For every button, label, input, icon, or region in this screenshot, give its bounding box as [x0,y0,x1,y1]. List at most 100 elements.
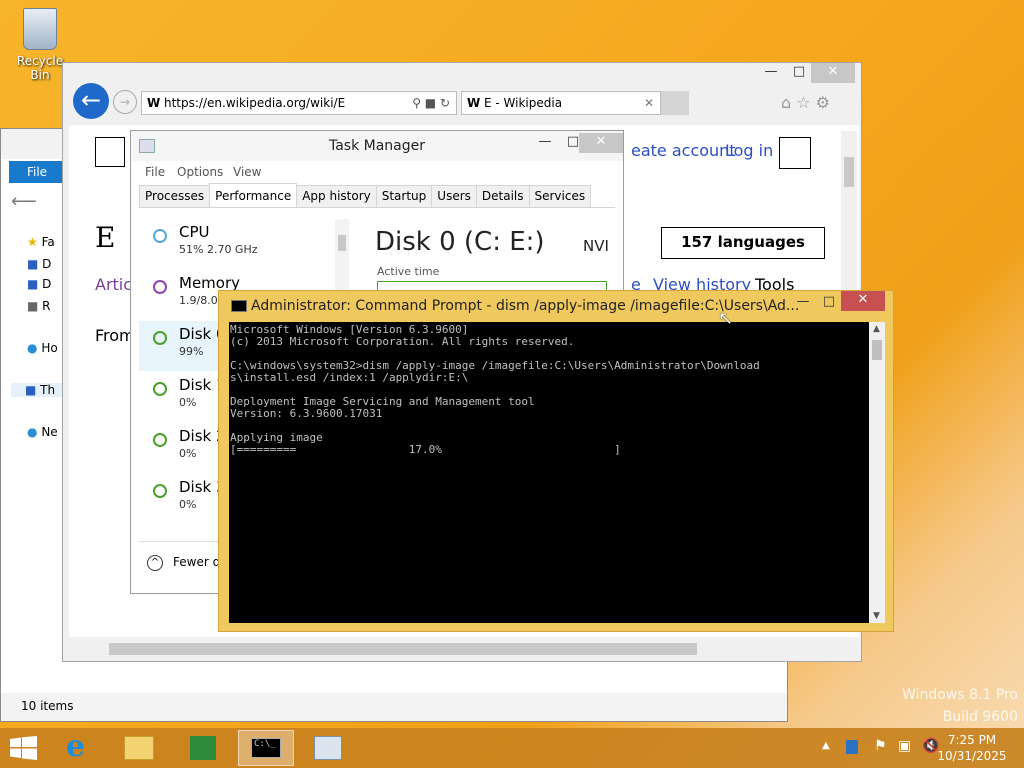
taskbar-cmd-button[interactable]: C:\_ [238,730,294,766]
article-title: E [95,221,116,254]
store-icon [190,736,216,760]
recycle-bin-icon [23,8,57,50]
horizontal-scroll-thumb[interactable] [109,643,697,655]
cmd-minimize-button[interactable]: — [789,293,817,313]
command-prompt-window[interactable]: Administrator: Command Prompt - dism /ap… [218,290,894,632]
internet-explorer-icon: e [66,729,86,764]
disk3-status-icon [153,484,167,498]
explorer-file-tab[interactable]: File [9,161,65,183]
cmd-vertical-scrollbar[interactable]: ▲ ▼ [869,322,885,623]
disk1-status-icon [153,382,167,396]
tab-app-history[interactable]: App history [296,185,377,207]
tab-details[interactable]: Details [475,185,530,207]
ie-minimize-button[interactable]: — [757,63,785,83]
tab-favicon-icon: W [467,96,481,110]
taskbar-explorer-button[interactable] [112,730,168,766]
resource-value: 1.9/8.0 [179,294,218,307]
tm-close-button[interactable]: ✕ [579,133,623,153]
forward-arrow-icon[interactable]: → [113,90,137,114]
scroll-up-icon[interactable]: ▲ [873,324,880,334]
clock-date: 10/31/2025 [937,749,1007,763]
sidebar-item-homegroup[interactable]: ● Ho [27,341,58,355]
back-arrow-icon[interactable]: ← [73,83,109,119]
ie-close-button[interactable]: ✕ [811,63,855,83]
sidebar-item-recent[interactable]: ■ R [27,299,51,313]
scroll-down-icon[interactable]: ▼ [873,611,880,621]
show-hidden-icons[interactable]: ▲ [822,740,830,751]
action-center-flag-icon[interactable]: ⚑ [874,738,887,754]
network-icon[interactable]: ▣ [898,738,911,754]
cmd-scroll-thumb[interactable] [872,340,882,360]
cmd-line: Version: 6.3.9600.17031 [230,407,383,420]
tray-app-icon[interactable] [846,740,858,754]
resource-value: 0% [179,498,197,511]
fewer-details-icon[interactable]: ^ [147,555,163,571]
sidebar-item-downloads[interactable]: ■ D [27,277,51,291]
cmd-app-icon [231,300,247,312]
resource-value: 51% 2.70 GHz [179,243,258,256]
watermark-edition: Windows 8.1 Pro [902,687,1018,703]
explorer-status-bar: 10 items [1,693,787,721]
tm-tab-strip: Processes Performance App history Startu… [139,183,592,207]
tab-processes[interactable]: Processes [139,185,211,207]
resource-value: 0% [179,447,197,460]
log-in-link[interactable]: Log in [725,141,773,160]
taskbar-clock[interactable]: 7:25 PM 10/31/2025 [932,732,1012,764]
tm-menu-options[interactable]: Options [177,165,223,179]
folder-icon [124,736,154,760]
recycle-bin-label: Recycle Bin [16,54,64,82]
tab-services[interactable]: Services [528,185,592,207]
cmd-maximize-button[interactable]: □ [815,293,843,313]
tab-users[interactable]: Users [431,185,477,207]
cmd-line: s\install.esd /index:1 /applydir:E:\ [230,371,469,384]
start-button[interactable] [10,736,38,760]
active-time-label: Active time [377,265,440,278]
tab-close-icon[interactable]: ✕ [644,92,654,114]
wikipedia-favicon-icon: W [147,96,161,110]
tab-performance[interactable]: Performance [209,183,298,207]
resource-value: 99% [179,345,204,358]
memory-status-icon [153,280,167,294]
home-star-gear-icon[interactable]: ⌂ ☆ ⚙ [781,93,830,112]
from-text: From [95,326,135,345]
taskbar: e C:\_ ▲ ⚑ ▣ 🔇 7:25 PM 10/31/2025 [0,728,1024,768]
sidebar-item-desktop[interactable]: ■ D [27,257,51,271]
sidebar-item-favorites[interactable]: ★ Fa [27,235,55,249]
disk-model: NVI [583,237,609,255]
address-actions-icon[interactable]: ⚲ ■ ↻ [412,92,450,114]
tm-menu-file[interactable]: File [145,165,165,179]
windows-logo-icon [10,736,37,760]
taskbar-ie-button[interactable]: e [54,730,110,766]
sidebar-item-network[interactable]: ● Ne [27,425,58,439]
windows-watermark: Windows 8.1 Pro Build 9600 [902,684,1018,728]
tab-startup[interactable]: Startup [375,185,433,207]
disk2-status-icon [153,433,167,447]
browser-tab[interactable]: W E - Wikipedia ✕ [461,91,661,115]
cmd-line: (c) 2013 Microsoft Corporation. All righ… [230,335,575,348]
languages-button[interactable]: 157 languages [661,227,825,259]
taskbar-store-button[interactable] [176,730,232,766]
ie-maximize-button[interactable]: □ [785,63,813,83]
page-horizontal-scrollbar[interactable] [69,639,839,657]
disk-detail-title: Disk 0 (C: E:) [375,227,545,257]
resource-value: 0% [179,396,197,409]
tab-title: E - Wikipedia [484,96,563,110]
new-tab-button[interactable] [661,91,689,115]
resource-cpu[interactable]: CPU 51% 2.70 GHz [139,219,339,269]
cpu-status-icon [153,229,167,243]
cmd-line [230,420,869,432]
task-manager-app-icon [139,139,155,153]
explorer-back-icon[interactable]: ⟵ [11,191,37,212]
taskbar-task-manager-button[interactable] [300,730,356,766]
create-account-link[interactable]: eate account [631,141,736,160]
menu-box[interactable] [95,137,125,167]
watermark-build: Build 9600 [942,709,1018,725]
cmd-console[interactable]: Microsoft Windows [Version 6.3.9600] (c) … [229,322,869,623]
address-bar[interactable]: W https://en.wikipedia.org/wiki/E ⚲ ■ ↻ [141,91,457,115]
tm-minimize-button[interactable]: — [531,133,559,153]
tm-menu-view[interactable]: View [233,165,261,179]
cmd-close-button[interactable]: ✕ [841,291,885,311]
options-box[interactable] [779,137,811,169]
task-manager-taskbar-icon [314,736,342,760]
mouse-cursor-icon: ↖ [718,308,734,329]
